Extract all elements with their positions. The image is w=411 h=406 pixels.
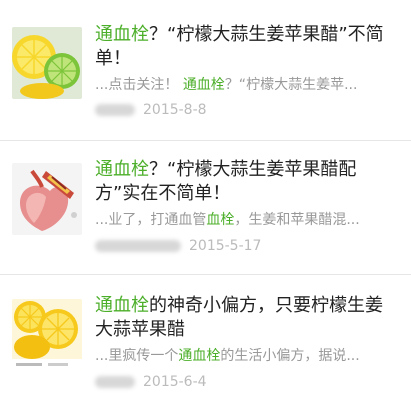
snippet-text: ，生姜和苹果醋混...: [234, 212, 360, 228]
blurred-source: [95, 240, 181, 252]
artery-illustration-image: [12, 163, 82, 235]
list-item[interactable]: 通血栓？“柠檬大蒜生姜苹果醋”不简单！ ...点击关注！ 通血栓？“柠檬大蒜生姜…: [0, 0, 411, 140]
list-item[interactable]: 通血栓？“柠檬大蒜生姜苹果醋配方”实在不简单！ ...业了，打通血管血栓，生姜和…: [0, 141, 411, 274]
article-snippet: ...业了，打通血管血栓，生姜和苹果醋混...: [95, 211, 399, 229]
blurred-source: [95, 376, 135, 388]
article-meta: 2015-6-4: [95, 373, 207, 391]
snippet-keyword: 通血栓: [178, 348, 221, 364]
snippet-text: ...里疯传一个: [95, 348, 179, 364]
blurred-source: [95, 104, 135, 116]
lemon-halves-icon: [12, 299, 82, 371]
title-keyword: 通血栓: [95, 295, 149, 316]
article-date: 2015-5-17: [189, 238, 262, 254]
article-snippet: ...里疯传一个通血栓的生活小偏方，据说...: [95, 347, 399, 365]
list-item[interactable]: 通血栓的神奇小偏方，只要柠檬生姜大蒜苹果醋 ...里疯传一个通血栓的生活小偏方，…: [0, 275, 411, 406]
article-title[interactable]: 通血栓？“柠檬大蒜生姜苹果醋”不简单！: [95, 23, 399, 71]
article-date: 2015-6-4: [143, 374, 207, 390]
artery-illustration-icon: [12, 163, 82, 235]
article-title[interactable]: 通血栓？“柠檬大蒜生姜苹果醋配方”实在不简单！: [95, 158, 399, 206]
article-snippet: ...点击关注！ 通血栓？“柠檬大蒜生姜苹...: [95, 76, 399, 94]
search-result-list: 通血栓？“柠檬大蒜生姜苹果醋”不简单！ ...点击关注！ 通血栓？“柠檬大蒜生姜…: [0, 0, 411, 406]
article-meta: 2015-8-8: [95, 101, 207, 119]
snippet-text: ？“柠檬大蒜生姜苹...: [224, 77, 358, 93]
snippet-text: 的生活小偏方，据说...: [220, 348, 360, 364]
title-keyword: 通血栓: [95, 159, 149, 180]
snippet-text: ...点击关注！: [95, 77, 179, 93]
snippet-keyword: 通血栓: [182, 77, 225, 93]
article-meta: 2015-5-17: [95, 237, 261, 255]
article-title[interactable]: 通血栓的神奇小偏方，只要柠檬生姜大蒜苹果醋: [95, 294, 399, 342]
article-date: 2015-8-8: [143, 102, 207, 118]
lemon-halves-image: [12, 299, 82, 371]
title-keyword: 通血栓: [95, 24, 149, 45]
lemon-lime-image: [12, 27, 82, 99]
snippet-text: ...业了，打通血管: [95, 212, 207, 228]
lemon-lime-icon: [12, 27, 82, 99]
snippet-keyword: 血栓: [206, 212, 235, 228]
